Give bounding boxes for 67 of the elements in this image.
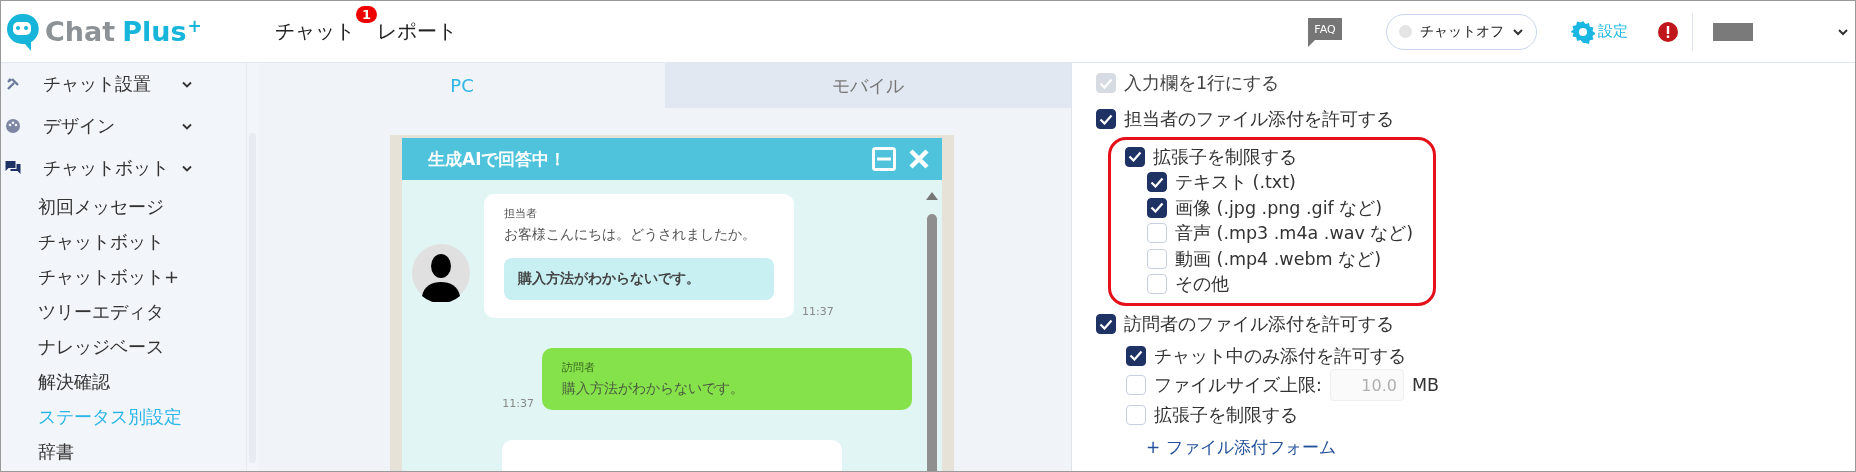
sidebar-item[interactable]: チャットボット bbox=[1, 224, 246, 259]
gear-icon bbox=[1571, 19, 1595, 44]
checkbox[interactable] bbox=[1096, 314, 1116, 334]
sender-name: 訪問者 bbox=[562, 360, 596, 375]
sidebar-item[interactable]: 辞書 bbox=[1, 434, 246, 469]
check-icon bbox=[1150, 202, 1164, 214]
avatar-icon bbox=[412, 244, 470, 302]
logo-icon bbox=[5, 11, 39, 52]
minimize-icon[interactable] bbox=[872, 147, 896, 171]
check-icon bbox=[1128, 151, 1142, 163]
checkbox[interactable] bbox=[1147, 172, 1167, 193]
alert-icon[interactable] bbox=[1658, 21, 1678, 42]
reply-option[interactable]: 購入方法がわからないです。 bbox=[504, 258, 774, 300]
message-time: 11:37 bbox=[502, 397, 534, 410]
nav-tab[interactable]: レポート bbox=[377, 18, 457, 45]
palette-icon bbox=[5, 119, 21, 133]
sidebar-item[interactable]: 解決確認 bbox=[1, 364, 246, 399]
chevron-down-icon bbox=[1512, 27, 1524, 36]
checkbox-label: 担当者のファイル添付を許可する bbox=[1124, 108, 1394, 131]
checkbox-label: ファイルサイズ上限: bbox=[1154, 374, 1322, 397]
chat-bubbles-icon bbox=[5, 161, 21, 175]
checkbox-label: テキスト (.txt) bbox=[1175, 171, 1296, 195]
sidebar-group[interactable]: チャット設置 bbox=[1, 63, 246, 105]
widget-title: 生成AIで回答中！ bbox=[428, 147, 568, 171]
checkbox-label: 入力欄を1行にする bbox=[1124, 72, 1280, 95]
sidebar-item[interactable]: チャットボット+ bbox=[1, 259, 246, 294]
tools-icon bbox=[5, 77, 21, 91]
check-icon bbox=[1099, 318, 1113, 330]
checkbox[interactable] bbox=[1096, 109, 1116, 129]
checkbox-label: 動画 (.mp4 .webm など) bbox=[1175, 247, 1381, 271]
count-badge: 1 bbox=[355, 6, 377, 23]
message-time: 11:37 bbox=[802, 305, 834, 318]
unit-label: MB bbox=[1411, 375, 1439, 395]
checkbox[interactable] bbox=[1147, 197, 1167, 218]
chevron-icon bbox=[182, 122, 192, 130]
sidebar-item[interactable]: ナレッジベース bbox=[1, 329, 246, 364]
sidebar-item[interactable]: ツリーエディタ bbox=[1, 294, 246, 329]
checkbox-label: 画像 (.jpg .png .gif など) bbox=[1175, 196, 1383, 220]
check-icon bbox=[1129, 350, 1143, 361]
checkbox-label: チャット中のみ添付を許可する bbox=[1154, 344, 1406, 368]
add-form-link[interactable]: + ファイル添付フォーム bbox=[1146, 436, 1336, 459]
sender-name: 担当者 bbox=[504, 206, 538, 221]
user-menu-chevron-icon bbox=[1837, 27, 1849, 36]
chevron-icon bbox=[182, 80, 192, 88]
sidebar-item[interactable]: 初回メッセージ bbox=[1, 189, 246, 224]
check-icon bbox=[1150, 176, 1164, 188]
user-name-block bbox=[1713, 22, 1753, 41]
checkbox[interactable] bbox=[1125, 146, 1145, 167]
checkbox[interactable] bbox=[1126, 345, 1146, 366]
check-icon bbox=[1099, 113, 1113, 125]
checkbox-label: 拡張子を制限する bbox=[1153, 145, 1297, 169]
message-text: 購入方法がわからないです。 bbox=[562, 380, 745, 398]
checkbox-label: 訪問者のファイル添付を許可する bbox=[1124, 313, 1394, 336]
scrollbar-thumb[interactable] bbox=[927, 214, 937, 471]
check-icon bbox=[1099, 77, 1113, 89]
close-icon[interactable] bbox=[908, 148, 930, 170]
message-text: お客様こんにちは。どうされましたか。 bbox=[504, 226, 757, 244]
sidebar-group[interactable]: デザイン bbox=[1, 105, 246, 147]
preview-tab[interactable]: モバイル bbox=[665, 63, 1071, 108]
sidebar-group[interactable]: チャットボット bbox=[1, 147, 246, 189]
logo-text: Chat Plus+ bbox=[45, 16, 202, 47]
checkbox-label: その他 bbox=[1175, 273, 1229, 297]
checkbox-label: 音声 (.mp3 .m4a .wav など) bbox=[1175, 222, 1414, 246]
checkbox-label: 拡張子を制限する bbox=[1154, 403, 1298, 427]
chevron-icon bbox=[182, 164, 192, 172]
scroll-up-icon[interactable] bbox=[926, 192, 938, 200]
chat-status-dropdown[interactable]: チャットオフ bbox=[1386, 13, 1537, 50]
